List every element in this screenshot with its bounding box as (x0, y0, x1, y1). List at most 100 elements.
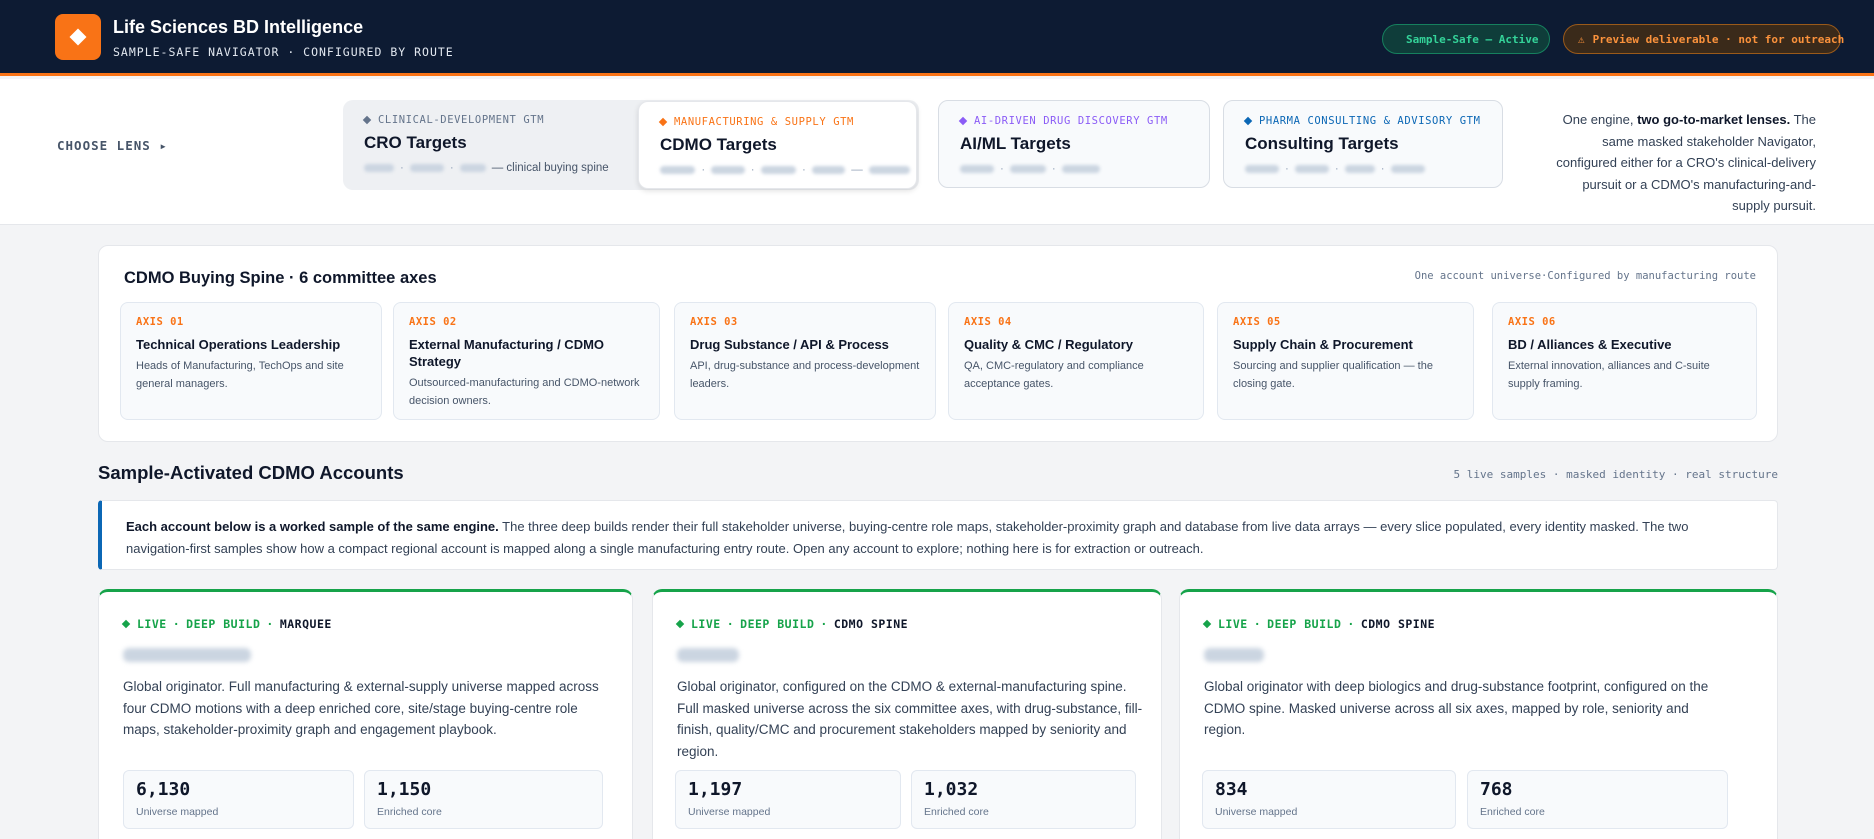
stat-enriched-core: 1,032 Enriched core (911, 770, 1136, 829)
stat-universe-mapped: 6,130 Universe mapped (123, 770, 354, 829)
accounts-section-title: Sample-Activated CDMO Accounts (98, 462, 404, 483)
stat-label: Universe mapped (1215, 806, 1298, 818)
lens-tag: CLINICAL-DEVELOPMENT GTM (362, 114, 636, 126)
axis-number: AXIS 01 (136, 316, 184, 328)
caret-right-icon: ▸ (159, 138, 168, 153)
sample-safe-status-badge: Sample-Safe – Active (1382, 24, 1550, 54)
masked-text (868, 166, 911, 174)
masked-text (711, 166, 745, 174)
diamond-icon (1202, 619, 1212, 629)
stat-universe-mapped: 834 Universe mapped (1202, 770, 1456, 829)
buying-spine-panel: CDMO Buying Spine · 6 committee axes One… (98, 245, 1778, 442)
axis-card: AXIS 03 Drug Substance / API & Process A… (674, 302, 936, 420)
axis-desc: Sourcing and supplier qualification — th… (1233, 360, 1433, 390)
diamond-icon (362, 115, 372, 125)
axis-title: Drug Substance / API & Process (690, 337, 889, 352)
axis-desc: API, drug-substance and process-developm… (690, 360, 920, 390)
status-badge-label: Sample-Safe – Active (1406, 32, 1539, 46)
lens-desc: · · · — (660, 164, 916, 176)
warning-icon: ⚠ (1578, 32, 1585, 46)
lens-desc: · · · (1245, 163, 1502, 175)
axis-title: Supply Chain & Procurement (1233, 337, 1413, 352)
masked-text (364, 164, 394, 172)
stat-value: 1,032 (924, 779, 979, 800)
axis-card: AXIS 01 Technical Operations Leadership … (120, 302, 382, 420)
lens-desc: · · (960, 163, 1209, 175)
diamond-icon (675, 619, 685, 629)
axis-card: AXIS 02 External Manufacturing / CDMO St… (393, 302, 660, 420)
app-header: Life Sciences BD Intelligence SAMPLE-SAF… (0, 0, 1874, 76)
masked-text (1245, 165, 1279, 173)
stat-value: 834 (1215, 779, 1248, 800)
masked-text (1390, 165, 1425, 173)
axis-title: BD / Alliances & Executive (1508, 337, 1672, 352)
axis-card: AXIS 05 Supply Chain & Procurement Sourc… (1217, 302, 1474, 420)
axis-desc: QA, CMC-regulatory and compliance accept… (964, 360, 1144, 390)
axis-desc: External innovation, alliances and C-sui… (1508, 360, 1710, 390)
account-card-tags: LIVE · DEEP BUILD · MARQUEE (121, 617, 332, 631)
stat-value: 768 (1480, 779, 1513, 800)
axis-desc: Outsourced-manufacturing and CDMO-networ… (409, 377, 640, 407)
diamond-icon (958, 116, 968, 126)
account-description: Global originator. Full manufacturing & … (123, 679, 599, 737)
spine-title: CDMO Buying Spine · 6 committee axes (124, 269, 437, 287)
lens-ai-ml-targets[interactable]: AI-DRIVEN DRUG DISCOVERY GTM AI/ML Targe… (938, 100, 1210, 188)
lens-name: Consulting Targets (1245, 134, 1399, 153)
lens-cdmo-targets[interactable]: MANUFACTURING & SUPPLY GTM CDMO Targets … (638, 101, 917, 189)
axis-number: AXIS 05 (1233, 316, 1281, 328)
lens-explanation: One engine, two go-to-market lenses. The… (1556, 112, 1816, 213)
stat-value: 1,150 (377, 779, 432, 800)
account-card[interactable]: LIVE · DEEP BUILD · MARQUEE Global origina… (98, 589, 633, 839)
masked-account-name (1204, 648, 1264, 662)
diamond-icon (1394, 36, 1400, 42)
axis-number: AXIS 03 (690, 316, 738, 328)
choose-lens-label: CHOOSE LENS ▸ (57, 138, 168, 153)
diamond-icon (121, 619, 131, 629)
masked-account-name (123, 648, 251, 662)
lens-bar: CHOOSE LENS ▸ CLINICAL-DEVELOPMENT GTM C… (0, 79, 1874, 225)
stat-label: Universe mapped (688, 806, 771, 818)
stat-label: Enriched core (1480, 806, 1545, 818)
masked-text (1344, 165, 1375, 173)
masked-text (660, 166, 696, 174)
stat-label: Enriched core (377, 806, 442, 818)
lens-tag: AI-DRIVEN DRUG DISCOVERY GTM (958, 115, 1209, 127)
lens-name: CDMO Targets (660, 135, 777, 154)
axis-number: AXIS 04 (964, 316, 1012, 328)
account-card[interactable]: LIVE · DEEP BUILD · CDMO SPINE Global orig… (652, 589, 1162, 839)
diamond-icon (658, 117, 668, 127)
masked-account-name (677, 648, 739, 662)
axis-title: Quality & CMC / Regulatory (964, 337, 1134, 352)
lens-desc: · · — clinical buying spine (364, 162, 636, 174)
lens-consulting-targets[interactable]: PHARMA CONSULTING & ADVISORY GTM Consult… (1223, 100, 1503, 188)
masked-text (409, 164, 444, 172)
app-title: Life Sciences BD Intelligence (113, 17, 364, 37)
masked-text (1294, 165, 1329, 173)
axis-number: AXIS 02 (409, 316, 457, 328)
stat-universe-mapped: 1,197 Universe mapped (675, 770, 901, 829)
stat-enriched-core: 1,150 Enriched core (364, 770, 603, 829)
account-description: Global originator with deep biologics an… (1204, 679, 1709, 737)
axis-card: AXIS 06 BD / Alliances & Executive Exter… (1492, 302, 1757, 420)
masked-text (960, 165, 994, 173)
stat-value: 1,197 (688, 779, 743, 800)
masked-text (811, 166, 846, 174)
masked-text (760, 166, 796, 174)
axis-desc: Heads of Manufacturing, TechOps and site… (136, 360, 344, 390)
stat-enriched-core: 768 Enriched core (1467, 770, 1728, 829)
axis-title: External Manufacturing / CDMO Strategy (409, 337, 605, 369)
account-card[interactable]: LIVE · DEEP BUILD · CDMO SPINE Global orig… (1179, 589, 1778, 839)
account-card-tags: LIVE · DEEP BUILD · CDMO SPINE (675, 617, 908, 631)
stat-label: Universe mapped (136, 806, 219, 818)
accounts-section-note: 5 live samples · masked identity · real … (1453, 468, 1778, 481)
lens-cro-targets[interactable]: CLINICAL-DEVELOPMENT GTM CRO Targets · ·… (343, 100, 636, 188)
masked-text (459, 164, 486, 172)
account-card-tags: LIVE · DEEP BUILD · CDMO SPINE (1202, 617, 1435, 631)
stat-label: Enriched core (924, 806, 989, 818)
preview-badge-label: Preview deliverable · not for outreach (1592, 32, 1845, 46)
diamond-icon (69, 28, 87, 46)
accounts-info-callout: Each account below is a worked sample of… (98, 500, 1778, 570)
lens-name: CRO Targets (364, 133, 467, 152)
preview-deliverable-badge: ⚠ Preview deliverable · not for outreach (1563, 24, 1844, 54)
lens-name: AI/ML Targets (960, 134, 1071, 153)
